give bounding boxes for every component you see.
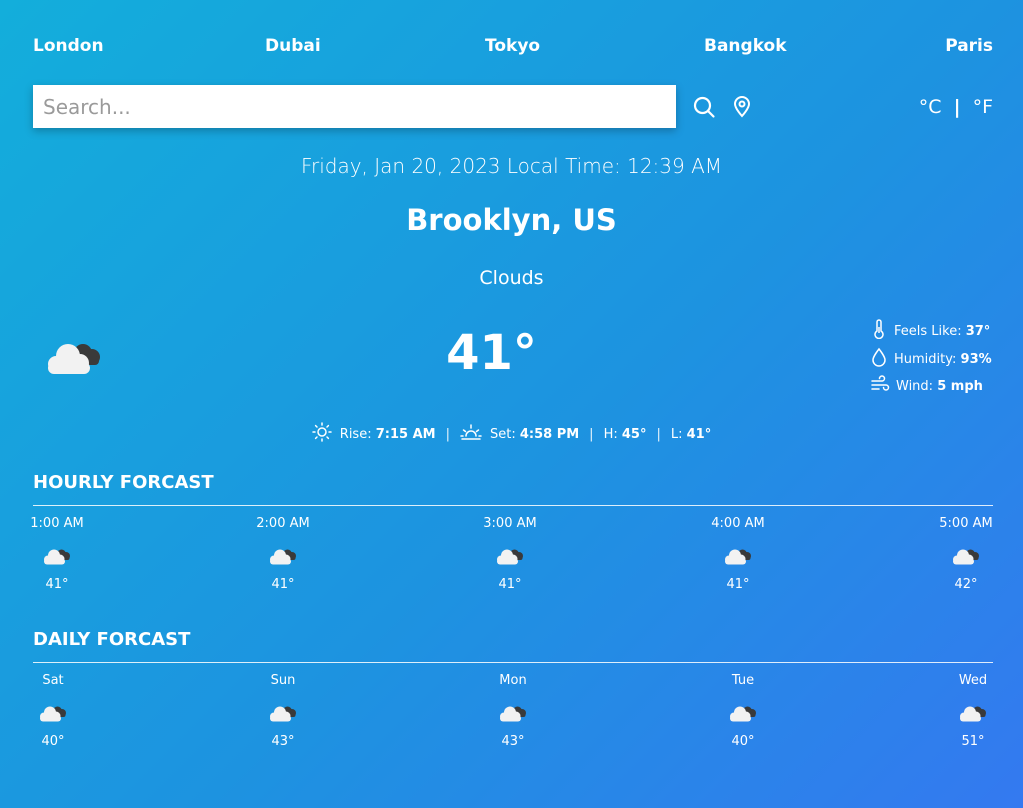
daily-day: Mon (499, 673, 527, 688)
wind-icon (870, 375, 890, 397)
hourly-item: 4:00 AM 41° (683, 516, 793, 592)
daily-divider (33, 662, 993, 663)
clouds-icon (228, 545, 338, 571)
weather-condition: Clouds (479, 267, 544, 289)
daily-day: Wed (958, 673, 988, 688)
hourly-item: 3:00 AM 41° (455, 516, 565, 592)
city-link-bangkok[interactable]: Bangkok (704, 36, 787, 56)
clouds-icon (228, 702, 338, 728)
city-link-london[interactable]: London (33, 36, 104, 56)
sunset-icon (460, 422, 482, 446)
clouds-icon (911, 545, 1021, 571)
sunrise-value: 7:15 AM (375, 426, 436, 442)
hourly-time: 4:00 AM (711, 516, 765, 531)
daily-item: Tue 40° (688, 673, 798, 749)
hourly-time: 2:00 AM (256, 516, 310, 531)
location-pin-icon[interactable] (732, 96, 752, 122)
current-temperature: 41° (446, 325, 537, 381)
search-input[interactable] (33, 85, 676, 128)
high-label: H: (603, 426, 618, 442)
hourly-temp: 41° (45, 577, 69, 592)
daily-day: Tue (731, 673, 755, 688)
sunset-value: 4:58 PM (519, 426, 580, 442)
humidity: Humidity: 93% (870, 347, 992, 371)
hourly-time: 5:00 AM (939, 516, 993, 531)
humidity-label: Humidity: (894, 351, 957, 367)
clouds-icon (2, 545, 112, 571)
wind-label: Wind: (896, 378, 934, 394)
clouds-icon (918, 702, 1023, 728)
sun-info-row: Rise: 7:15 AM | Set: 4:58 PM | H: 45° | … (0, 422, 1023, 446)
wind: Wind: 5 mph (870, 375, 983, 397)
hourly-item: 1:00 AM 41° (2, 516, 112, 592)
hourly-temp: 42° (954, 577, 978, 592)
daily-item: Wed 51° (918, 673, 1023, 749)
separator: | (656, 426, 661, 442)
hourly-time: 1:00 AM (30, 516, 84, 531)
fahrenheit-button[interactable]: °F (973, 96, 993, 118)
sunrise-label: Rise: (339, 426, 372, 442)
unit-toggle: °C | °F (919, 96, 993, 118)
hourly-temp: 41° (498, 577, 522, 592)
feels-like-value: 37° (965, 323, 991, 339)
daily-temp: 40° (41, 734, 65, 749)
droplet-icon (870, 347, 888, 371)
city-link-dubai[interactable]: Dubai (265, 36, 321, 56)
daily-temp: 43° (271, 734, 295, 749)
daily-item: Mon 43° (458, 673, 568, 749)
feels-like-label: Feels Like: (894, 323, 962, 339)
high-value: 45° (621, 426, 647, 442)
sunrise-icon (312, 422, 332, 446)
separator: | (445, 426, 450, 442)
hourly-item: 2:00 AM 41° (228, 516, 338, 592)
daily-day: Sun (270, 673, 296, 688)
clouds-icon (688, 702, 798, 728)
location-title: Brooklyn, US (406, 203, 617, 237)
humidity-value: 93% (960, 351, 992, 367)
city-link-tokyo[interactable]: Tokyo (485, 36, 540, 56)
city-link-paris[interactable]: Paris (945, 36, 993, 56)
feels-like: Feels Like: 37° (870, 319, 990, 343)
hourly-forecast-title: HOURLY FORCAST (33, 472, 214, 493)
daily-item: Sun 43° (228, 673, 338, 749)
hourly-time: 3:00 AM (483, 516, 537, 531)
clouds-icon (455, 545, 565, 571)
thermometer-icon (870, 319, 888, 343)
hourly-divider (33, 505, 993, 506)
daily-temp: 40° (731, 734, 755, 749)
clouds-icon (458, 702, 568, 728)
separator: | (589, 426, 594, 442)
daily-forecast-title: DAILY FORCAST (33, 629, 191, 650)
hourly-item: 5:00 AM 42° (911, 516, 1021, 592)
clouds-icon (683, 545, 793, 571)
search-icon[interactable] (692, 95, 716, 123)
hourly-temp: 41° (271, 577, 295, 592)
low-label: L: (670, 426, 683, 442)
wind-value: 5 mph (937, 378, 983, 394)
sunset-label: Set: (489, 426, 516, 442)
unit-separator: | (953, 96, 961, 118)
hourly-temp: 41° (726, 577, 750, 592)
daily-item: Sat 40° (0, 673, 108, 749)
celsius-button[interactable]: °C (919, 96, 942, 118)
daily-day: Sat (42, 673, 64, 688)
local-datetime: Friday, Jan 20, 2023 Local Time: 12:39 A… (300, 154, 723, 178)
daily-temp: 51° (961, 734, 985, 749)
clouds-icon (0, 702, 108, 728)
low-value: 41° (686, 426, 712, 442)
daily-temp: 43° (501, 734, 525, 749)
